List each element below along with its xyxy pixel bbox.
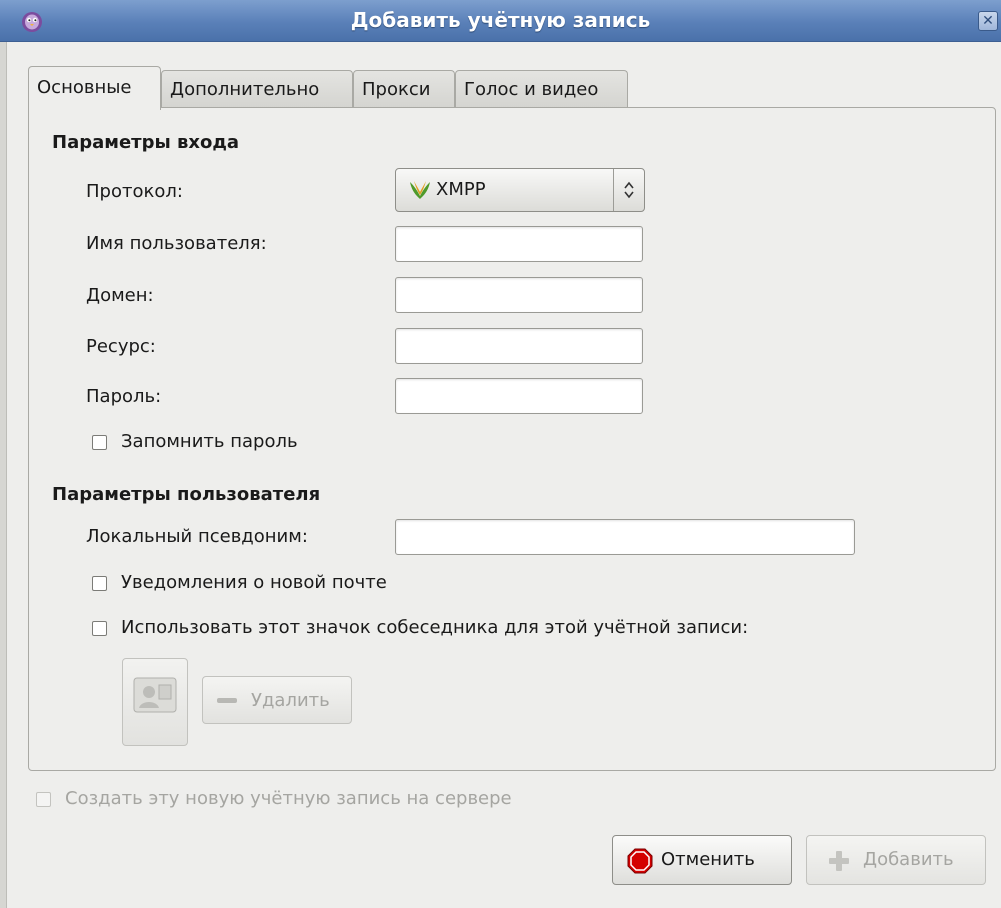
buddy-icon-label: Использовать этот значок собеседника для… — [121, 617, 749, 638]
password-label: Пароль: — [86, 386, 162, 407]
tab-voice-video[interactable]: Голос и видео — [455, 70, 628, 108]
mail-notify-checkbox[interactable] — [92, 576, 107, 591]
protocol-combo[interactable]: XMPP — [395, 168, 645, 212]
password-input[interactable] — [395, 378, 643, 414]
tab-basic[interactable]: Основные — [28, 66, 161, 110]
remember-password-checkbox[interactable] — [92, 435, 107, 450]
updown-arrows-icon[interactable] — [615, 169, 643, 211]
register-on-server-row[interactable]: Создать эту новую учётную запись на серв… — [36, 788, 596, 814]
avatar-placeholder-icon — [133, 677, 177, 713]
tab-proxy[interactable]: Прокси — [353, 70, 455, 108]
alias-label: Локальный псевдоним: — [86, 526, 308, 547]
protocol-label: Протокол: — [86, 181, 183, 202]
minus-icon — [217, 698, 237, 703]
window-title: Добавить учётную запись — [350, 8, 651, 32]
buddy-icon-row[interactable]: Использовать этот значок собеседника для… — [92, 617, 872, 643]
add-label: Добавить — [863, 849, 954, 870]
resource-label: Ресурс: — [86, 336, 156, 357]
resource-input[interactable] — [395, 328, 643, 364]
window-left-edge — [0, 42, 7, 908]
mail-notify-row[interactable]: Уведомления о новой почте — [92, 572, 492, 598]
buddy-icon-checkbox[interactable] — [92, 621, 107, 636]
alias-input[interactable] — [395, 519, 855, 555]
close-icon: ✕ — [982, 13, 994, 29]
register-on-server-label: Создать эту новую учётную запись на серв… — [65, 788, 512, 809]
mail-notify-label: Уведомления о новой почте — [121, 572, 387, 593]
buddy-icon-button[interactable] — [122, 658, 188, 746]
protocol-value: XMPP — [436, 179, 486, 200]
remove-label: Удалить — [251, 690, 330, 711]
protocol-combo-value: XMPP — [396, 169, 614, 211]
remember-password-label: Запомнить пароль — [121, 431, 298, 452]
tab-advanced[interactable]: Дополнительно — [161, 70, 353, 108]
cancel-button[interactable]: Отменить — [612, 835, 792, 885]
remember-password-row[interactable]: Запомнить пароль — [92, 431, 412, 457]
title-bar: Добавить учётную запись ✕ — [0, 0, 1001, 42]
domain-label: Домен: — [86, 285, 154, 306]
close-button[interactable]: ✕ — [978, 11, 998, 31]
cancel-label: Отменить — [661, 849, 755, 870]
user-section-title: Параметры пользователя — [52, 484, 321, 505]
remove-icon-button[interactable]: Удалить — [202, 676, 352, 724]
username-input[interactable] — [395, 226, 643, 262]
plus-icon — [829, 851, 849, 871]
register-on-server-checkbox[interactable] — [36, 792, 51, 807]
username-label: Имя пользователя: — [86, 233, 267, 254]
add-button[interactable]: Добавить — [806, 835, 986, 885]
xmpp-icon — [410, 181, 430, 199]
stop-icon — [627, 848, 653, 874]
domain-input[interactable] — [395, 277, 643, 313]
login-section-title: Параметры входа — [52, 132, 240, 153]
